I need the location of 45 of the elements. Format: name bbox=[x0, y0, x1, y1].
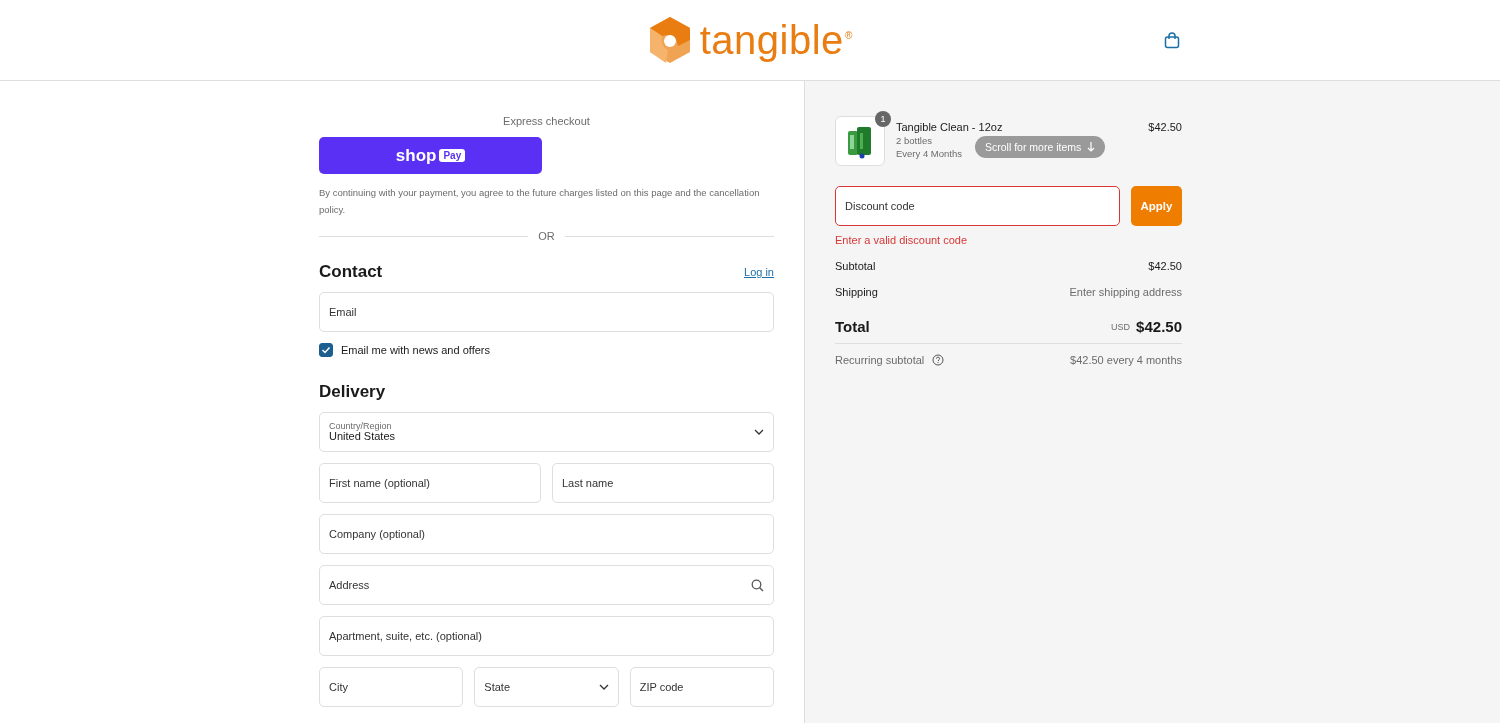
payment-notice: By continuing with your payment, you agree to the future charges listed on this page and the cancellation policy. bbox=[319, 186, 761, 217]
product-name: Tangible Clean - 12oz bbox=[896, 121, 1003, 133]
error-message: Enter a valid discount code bbox=[835, 234, 969, 246]
text-field[interactable]: City bbox=[319, 667, 464, 707]
text-field[interactable]: Last name bbox=[552, 463, 774, 503]
summary-label: Shipping bbox=[835, 286, 878, 298]
summary-value: $42.50 bbox=[1148, 260, 1182, 272]
down-arrow-icon bbox=[1087, 142, 1096, 152]
shopping-bag-icon[interactable] bbox=[1164, 32, 1180, 49]
or-divider-text: OR bbox=[538, 230, 555, 242]
currency-code: USD bbox=[1111, 321, 1131, 332]
text-field[interactable]: First name (optional) bbox=[319, 463, 541, 503]
brand-name: tangible bbox=[699, 20, 844, 60]
discount-code-field[interactable]: Discount code bbox=[835, 186, 1120, 226]
product-detail: 2 bottles bbox=[896, 135, 932, 146]
summary-label: Subtotal bbox=[835, 260, 876, 272]
checkbox[interactable] bbox=[319, 343, 333, 357]
help-icon[interactable] bbox=[932, 354, 945, 366]
registered-mark: ® bbox=[844, 30, 853, 41]
text-field[interactable]: Apartment, suite, etc. (optional) bbox=[319, 616, 774, 656]
delivery-heading: Delivery bbox=[319, 382, 387, 402]
recurring-label: Recurring subtotal bbox=[835, 354, 925, 366]
checkmark-icon bbox=[321, 345, 331, 355]
select-field[interactable]: State bbox=[474, 667, 619, 707]
quantity-badge: 1 bbox=[875, 111, 891, 127]
recurring-value: $42.50 every 4 months bbox=[1070, 354, 1182, 366]
express-checkout-title: Express checkout bbox=[502, 115, 591, 127]
text-field[interactable]: ZIP code bbox=[629, 667, 774, 707]
chevron-down-icon bbox=[598, 684, 609, 690]
hexagon-logo-icon bbox=[647, 16, 692, 64]
search-icon bbox=[751, 578, 764, 592]
summary-value: Enter shipping address bbox=[1069, 286, 1182, 298]
login-link[interactable]: Log in bbox=[744, 266, 774, 278]
contact-heading: Contact bbox=[319, 262, 383, 282]
checkbox-label: Email me with news and offers bbox=[341, 344, 490, 356]
chevron-down-icon bbox=[754, 429, 764, 435]
product-detail: Every 4 Months bbox=[896, 148, 962, 159]
email-field[interactable]: Email bbox=[319, 292, 774, 332]
text-field[interactable]: Company (optional) bbox=[319, 514, 774, 554]
shop-pay-button[interactable]: shop Pay bbox=[319, 137, 542, 174]
select-field[interactable]: Country/Region United States bbox=[319, 412, 774, 452]
product-price: $42.50 bbox=[1148, 120, 1182, 135]
total-amount: $42.50 bbox=[1136, 318, 1182, 335]
total-label: Total bbox=[835, 318, 870, 335]
address-field[interactable]: Address bbox=[319, 565, 774, 605]
